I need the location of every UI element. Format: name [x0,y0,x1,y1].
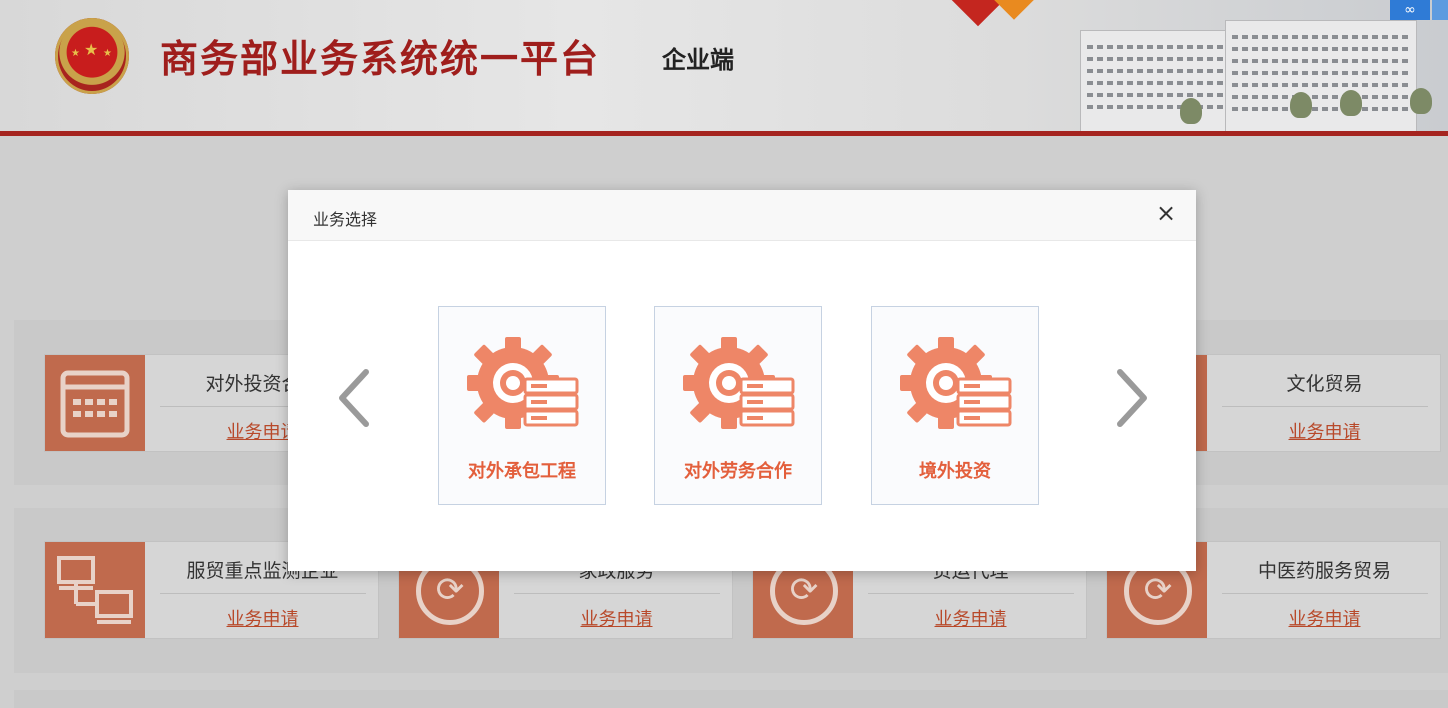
apply-link[interactable]: 业务申请 [155,605,370,631]
divider [160,593,366,594]
divider [1222,406,1428,407]
chevron-right-icon[interactable] [1100,360,1160,436]
tree-decor [1290,92,1312,118]
apply-link[interactable]: 业务申请 [1217,418,1432,444]
close-icon[interactable]: × [1154,201,1178,225]
baidu-cloud-icon[interactable]: ∞ [1390,0,1430,20]
divider [1222,593,1428,594]
divider [514,593,720,594]
dialog-header: 业务选择 × [288,190,1196,241]
tree-decor [1180,98,1202,124]
platform-title: 商务部业务系统统一平台 [160,36,601,81]
chevron-left-icon[interactable] [326,360,386,436]
platform-subtitle: 企业端 [662,45,734,74]
gear-server-icon [683,337,795,429]
tree-decor [1340,90,1362,116]
business-option-contracting[interactable]: 对外承包工程 [438,306,606,505]
divider [868,593,1074,594]
business-option-labor[interactable]: 对外劳务合作 [654,306,822,505]
service-band-3 [14,690,1448,708]
apply-link[interactable]: 业务申请 [509,605,724,631]
gear-server-icon [467,337,579,429]
network-icon [45,542,145,638]
business-select-dialog: 业务选择 × 对外承包工程 对外劳务合作 境外投资 [288,190,1196,571]
corner-tab[interactable] [1432,0,1448,20]
service-name: 中医药服务贸易 [1257,560,1391,582]
building-illustration [1080,30,1232,131]
apply-link[interactable]: 业务申请 [1217,605,1432,631]
option-label: 对外承包工程 [468,461,576,482]
building-illustration-2 [1225,20,1417,131]
national-emblem-logo: ★ ★ ★ [55,18,129,94]
calendar-icon [45,355,145,451]
decor-diamond-orange [994,0,1034,20]
option-label: 对外劳务合作 [684,461,792,482]
gear-server-icon [900,337,1012,429]
site-header: ★ ★ ★ 商务部业务系统统一平台 企业端 ∞ [0,0,1448,136]
service-name: 文化贸易 [1286,373,1363,395]
dialog-title: 业务选择 [313,210,378,229]
apply-link[interactable]: 业务申请 [863,605,1078,631]
tree-decor [1410,88,1432,114]
business-option-overseas-investment[interactable]: 境外投资 [871,306,1039,505]
option-label: 境外投资 [919,461,991,482]
